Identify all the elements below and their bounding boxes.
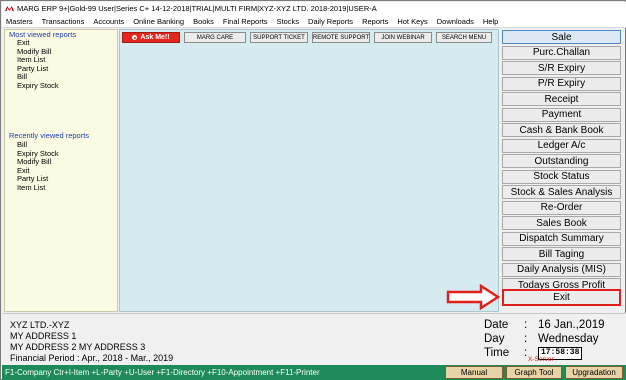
menu-final-reports[interactable]: Final Reports (223, 17, 268, 26)
title-bar: MARG ERP 9+|Gold-99 User|Series C+ 14-12… (2, 2, 626, 15)
menu-downloads[interactable]: Downloads (437, 17, 474, 26)
support-toolbar: Ask Me!! MARG CARE SUPPORT TICKET REMOTE… (122, 32, 492, 43)
time-label: Time (484, 347, 510, 359)
application-window: MARG ERP 9+|Gold-99 User|Series C+ 14-12… (0, 0, 626, 380)
sr-expiry-button[interactable]: S/R Expiry (502, 61, 621, 75)
menu-help[interactable]: Help (483, 17, 498, 26)
re-order-button[interactable]: Re-Order (502, 200, 621, 215)
cash-bank-book-button[interactable]: Cash & Bank Book (502, 123, 621, 137)
date-value: 16 Jan.,2019 (538, 319, 605, 331)
menu-masters[interactable]: Masters (6, 17, 33, 26)
support-ticket-button[interactable]: SUPPORT TICKET (250, 32, 308, 43)
address-line-1: MY ADDRESS 1 (10, 331, 77, 341)
server-label: X-Server (528, 356, 554, 363)
menu-transactions[interactable]: Transactions (42, 17, 85, 26)
reports-panel: Most viewed reports Exit Modify Bill Ite… (4, 29, 118, 312)
date-label: Date (484, 319, 509, 331)
menu-reports[interactable]: Reports (362, 17, 388, 26)
financial-period: Financial Period : Apr., 2018 - Mar., 20… (10, 353, 174, 363)
receipt-button[interactable]: Receipt (502, 92, 621, 106)
company-details: XYZ LTD.-XYZ MY ADDRESS 1 MY ADDRESS 2 M… (10, 320, 173, 364)
shortcut-panel: Sale Purc.Challan S/R Expiry P/R Expiry … (500, 29, 625, 312)
stock-sales-analysis-button[interactable]: Stock & Sales Analysis (502, 185, 621, 199)
help-icon (132, 35, 138, 40)
recently-viewed-title: Recently viewed reports (9, 131, 90, 140)
menu-accounts[interactable]: Accounts (93, 17, 124, 26)
recent-item[interactable]: Item List (17, 183, 59, 193)
upgradation-button[interactable]: Upgradation (565, 366, 623, 379)
sale-button[interactable]: Sale (502, 30, 621, 44)
search-menu-button[interactable]: SEARCH MENU (436, 32, 492, 43)
exit-button[interactable]: Exit (502, 289, 621, 306)
outstanding-button[interactable]: Outstanding (502, 154, 621, 168)
menu-bar: Masters Transactions Accounts Online Ban… (2, 15, 626, 28)
shortcut-keys-hint: F1-Company Ctr+I-Item +L-Party +U-User +… (5, 368, 320, 377)
company-name: XYZ LTD.-XYZ (10, 320, 70, 330)
status-bar: F1-Company Ctr+I-Item +L-Party +U-User +… (2, 365, 626, 380)
workspace: Ask Me!! MARG CARE SUPPORT TICKET REMOTE… (119, 29, 499, 312)
menu-books[interactable]: Books (193, 17, 214, 26)
arrow-pointer-icon (446, 284, 501, 310)
menu-stocks[interactable]: Stocks (277, 17, 300, 26)
sales-book-button[interactable]: Sales Book (502, 216, 621, 230)
window-title: MARG ERP 9+|Gold-99 User|Series C+ 14-12… (17, 4, 377, 13)
payment-button[interactable]: Payment (502, 107, 621, 122)
pr-expiry-button[interactable]: P/R Expiry (502, 76, 621, 91)
address-line-2: MY ADDRESS 2 MY ADDRESS 3 (10, 342, 146, 352)
date-time-block: Date : 16 Jan.,2019 Day : Wednesday Time… (484, 318, 605, 360)
ledger-button[interactable]: Ledger A/c (502, 138, 621, 153)
ask-me-label: Ask Me!! (140, 34, 170, 41)
ask-me-button[interactable]: Ask Me!! (122, 32, 180, 43)
most-viewed-item[interactable]: Expiry Stock (17, 81, 59, 91)
day-colon: : (524, 333, 528, 345)
day-label: Day (484, 333, 505, 345)
recently-viewed-list: Bill Expiry Stock Modify Bill Exit Party… (5, 140, 59, 193)
join-webinar-button[interactable]: JOIN WEBINAR (374, 32, 432, 43)
stock-status-button[interactable]: Stock Status (502, 169, 621, 184)
menu-online-banking[interactable]: Online Banking (133, 17, 184, 26)
date-colon: : (524, 319, 528, 331)
marg-care-button[interactable]: MARG CARE (184, 32, 246, 43)
most-viewed-title: Most viewed reports (9, 30, 77, 39)
daily-analysis-button[interactable]: Daily Analysis (MIS) (502, 262, 621, 277)
day-value: Wednesday (538, 333, 599, 345)
menu-daily-reports[interactable]: Daily Reports (308, 17, 353, 26)
purc-challan-button[interactable]: Purc.Challan (502, 45, 621, 60)
manual-button[interactable]: Manual (445, 366, 503, 379)
menu-hot-keys[interactable]: Hot Keys (397, 17, 427, 26)
bill-taging-button[interactable]: Bill Taging (502, 247, 621, 261)
company-info-strip: XYZ LTD.-XYZ MY ADDRESS 1 MY ADDRESS 2 M… (2, 313, 626, 365)
most-viewed-list: Exit Modify Bill Item List Party List Bi… (5, 38, 59, 91)
marg-logo-icon (5, 4, 14, 13)
dispatch-summary-button[interactable]: Dispatch Summary (502, 231, 621, 246)
remote-support-button[interactable]: REMOTE SUPPORT (312, 32, 370, 43)
graph-tool-button[interactable]: Graph Tool (506, 366, 562, 379)
